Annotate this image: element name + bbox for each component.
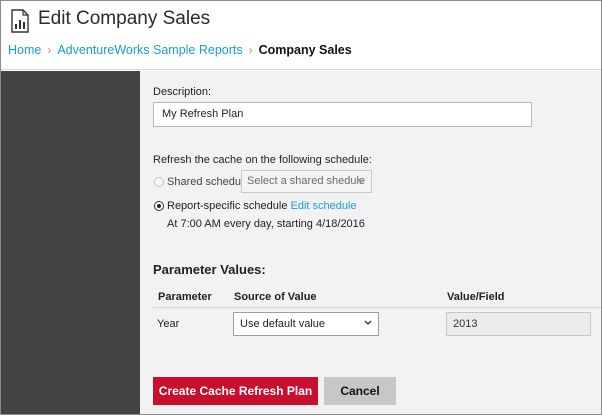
- description-label: Description:: [153, 86, 212, 98]
- shared-schedule-select[interactable]: Select a shared shedule: [241, 170, 372, 193]
- page-header: Edit Company Sales Home › AdventureWorks…: [1, 1, 601, 70]
- report-icon: [11, 9, 29, 33]
- chevron-down-icon: [364, 320, 372, 325]
- breadcrumb-current: Company Sales: [258, 43, 352, 57]
- shared-schedule-select-value: Select a shared shedule: [247, 175, 366, 187]
- breadcrumb-folder-link[interactable]: AdventureWorks Sample Reports: [57, 43, 242, 57]
- parameter-values-title: Parameter Values:: [153, 262, 266, 277]
- breadcrumb-home-link[interactable]: Home: [8, 43, 41, 57]
- table-divider: [153, 307, 601, 308]
- report-schedule-label: Report-specific schedule Edit schedule: [167, 200, 357, 212]
- shared-schedule-radio[interactable]: [154, 177, 164, 187]
- chevron-right-icon: ›: [47, 43, 52, 57]
- chevron-right-icon: ›: [248, 43, 253, 57]
- parameter-name: Year: [157, 318, 180, 330]
- value-field-input: 2013: [446, 312, 591, 336]
- schedule-summary: At 7:00 AM every day, starting 4/18/2016: [167, 218, 365, 230]
- column-header-source: Source of Value: [234, 291, 317, 303]
- cancel-button[interactable]: Cancel: [324, 377, 396, 405]
- source-of-value-select[interactable]: Use default value: [233, 312, 379, 336]
- main-content: Description: My Refresh Plan Refresh the…: [140, 71, 601, 414]
- description-input[interactable]: My Refresh Plan: [153, 102, 532, 127]
- report-schedule-radio[interactable]: [154, 201, 164, 211]
- edit-schedule-link[interactable]: Edit schedule: [291, 200, 357, 212]
- breadcrumb: Home › AdventureWorks Sample Reports › C…: [8, 43, 352, 57]
- sidebar: [1, 71, 140, 414]
- create-cache-refresh-plan-button[interactable]: Create Cache Refresh Plan: [153, 377, 318, 405]
- page-title: Edit Company Sales: [38, 8, 211, 29]
- shared-schedule-label: Shared schedule: [167, 176, 250, 188]
- chevron-down-icon: [357, 178, 365, 183]
- source-of-value-selected: Use default value: [240, 318, 325, 330]
- column-header-parameter: Parameter: [158, 291, 212, 303]
- schedule-label: Refresh the cache on the following sched…: [153, 154, 372, 166]
- report-schedule-text: Report-specific schedule: [167, 200, 288, 212]
- column-header-value: Value/Field: [447, 291, 505, 303]
